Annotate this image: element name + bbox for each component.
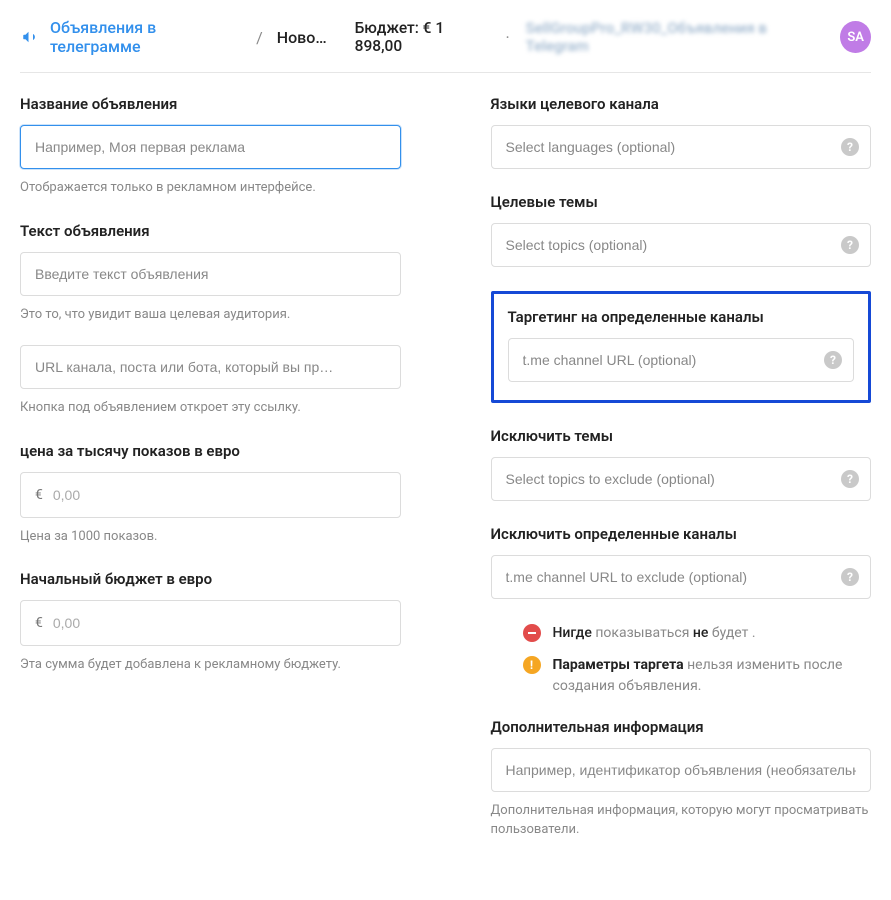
target-channels-label: Таргетинг на определенные каналы: [508, 308, 855, 326]
right-column: Языки целевого канала ? Целевые темы ? Т…: [491, 95, 872, 864]
budget-input-row[interactable]: €: [20, 600, 401, 646]
exclude-channels-input[interactable]: [491, 555, 872, 599]
exclude-channels-field: Исключить определенные каналы ?: [491, 525, 872, 599]
target-channels-field: Таргетинг на определенные каналы ?: [508, 308, 855, 382]
exclude-channels-label: Исключить определенные каналы: [491, 525, 872, 543]
currency-symbol: €: [35, 615, 43, 631]
ad-text-label: Текст объявления: [20, 222, 401, 240]
budget-label: Бюджет: € 1 898,00: [355, 19, 490, 55]
extra-info-input[interactable]: [491, 748, 872, 792]
ad-text-input[interactable]: [20, 252, 401, 296]
minus-circle-icon: [523, 624, 541, 642]
notice-params: ! Параметры таргета нельзя изменить посл…: [523, 655, 872, 696]
help-icon[interactable]: ?: [841, 470, 859, 488]
ad-name-field: Название объявления Отображается только …: [20, 95, 401, 198]
ad-url-helper: Кнопка под объявлением откроет эту ссылк…: [20, 399, 401, 418]
cpm-field: цена за тысячу показов в евро € Цена за …: [20, 442, 401, 547]
target-channels-input[interactable]: [508, 338, 855, 382]
help-icon[interactable]: ?: [824, 351, 842, 369]
header: Объявления в телеграмме / Ново… Бюджет: …: [20, 18, 871, 73]
ad-name-helper: Отображается только в рекламном интерфей…: [20, 179, 401, 198]
help-icon[interactable]: ?: [841, 568, 859, 586]
languages-label: Языки целевого канала: [491, 95, 872, 113]
megaphone-icon: [20, 28, 40, 46]
extra-info-field: Дополнительная информация Дополнительная…: [491, 718, 872, 840]
ad-text-helper: Это то, что увидит ваша целевая аудитори…: [20, 306, 401, 325]
cpm-helper: Цена за 1000 показов.: [20, 528, 401, 547]
notices: Нигде показываться не будет . ! Параметр…: [491, 623, 872, 696]
extra-info-label: Дополнительная информация: [491, 718, 872, 736]
budget-field: Начальный бюджет в евро € Эта сумма буде…: [20, 570, 401, 675]
exclude-topics-field: Исключить темы ?: [491, 427, 872, 501]
cpm-input-row[interactable]: €: [20, 472, 401, 518]
budget-input[interactable]: [53, 615, 386, 631]
separator-dot: ·: [505, 28, 509, 47]
ad-name-input[interactable]: [20, 125, 401, 169]
target-channels-highlight: Таргетинг на определенные каналы ?: [491, 291, 872, 403]
breadcrumb-separator: /: [256, 28, 263, 47]
breadcrumb-link[interactable]: Объявления в телеграмме: [50, 18, 242, 56]
topics-label: Целевые темы: [491, 193, 872, 211]
alert-circle-icon: !: [523, 656, 541, 674]
ad-name-label: Название объявления: [20, 95, 401, 113]
breadcrumb-current: Ново…: [277, 28, 327, 47]
budget-helper: Эта сумма будет добавлена к рекламному б…: [20, 656, 401, 675]
topics-input[interactable]: [491, 223, 872, 267]
extra-info-helper: Дополнительная информация, которую могут…: [491, 802, 872, 840]
notice-params-text: Параметры таргета нельзя изменить после …: [553, 655, 872, 696]
ad-url-input[interactable]: [20, 345, 401, 389]
exclude-topics-input[interactable]: [491, 457, 872, 501]
ad-text-field: Текст объявления Это то, что увидит ваша…: [20, 222, 401, 325]
cpm-input[interactable]: [53, 487, 386, 503]
topics-field: Целевые темы ?: [491, 193, 872, 267]
notice-nowhere: Нигде показываться не будет .: [523, 623, 872, 643]
budget-field-label: Начальный бюджет в евро: [20, 570, 401, 588]
exclude-topics-label: Исключить темы: [491, 427, 872, 445]
avatar[interactable]: SA: [840, 21, 871, 53]
account-name-blurred: SellGroupPro_RW30_Объявления в Telegram: [526, 19, 821, 55]
help-icon[interactable]: ?: [841, 138, 859, 156]
help-icon[interactable]: ?: [841, 236, 859, 254]
languages-field: Языки целевого канала ?: [491, 95, 872, 169]
cpm-label: цена за тысячу показов в евро: [20, 442, 401, 460]
languages-input[interactable]: [491, 125, 872, 169]
currency-symbol: €: [35, 487, 43, 503]
ad-url-field: Кнопка под объявлением откроет эту ссылк…: [20, 345, 401, 418]
notice-nowhere-text: Нигде показываться не будет .: [553, 623, 756, 643]
left-column: Название объявления Отображается только …: [20, 95, 401, 864]
